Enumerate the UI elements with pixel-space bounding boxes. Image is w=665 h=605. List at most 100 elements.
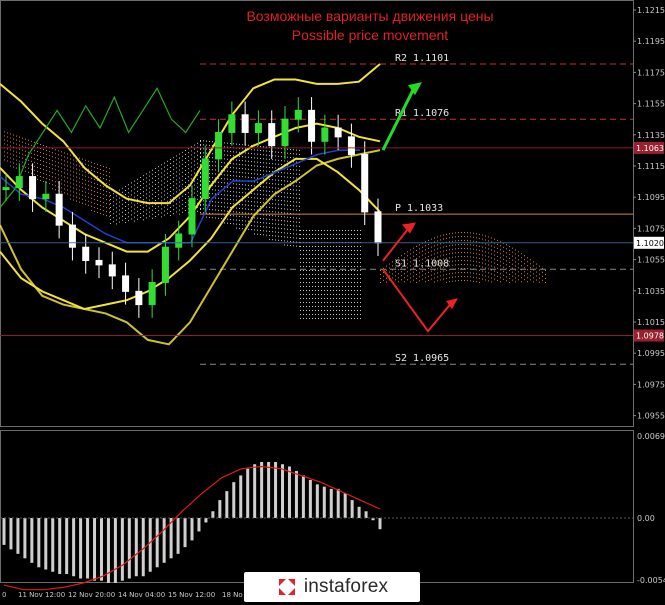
cloud-dot xyxy=(278,199,279,201)
cloud-dot xyxy=(197,142,198,144)
cloud-dot xyxy=(176,179,177,181)
cloud-dot xyxy=(312,310,313,311)
cloud-dot xyxy=(530,275,531,277)
cloud-dot xyxy=(266,190,267,192)
cloud-dot xyxy=(185,150,186,151)
cloud-dot xyxy=(336,290,337,291)
cloud-dot xyxy=(401,271,402,273)
cloud-dot xyxy=(416,277,417,279)
cloud-dot xyxy=(40,168,41,169)
cloud-dot xyxy=(333,238,334,239)
cloud-dot xyxy=(239,159,240,161)
cloud-dot xyxy=(173,181,174,183)
cloud-dot xyxy=(191,174,192,176)
cloud-dot xyxy=(158,194,159,196)
cloud-dot xyxy=(293,157,294,159)
cloud-dot xyxy=(254,185,255,187)
cloud-dot xyxy=(419,248,420,250)
cloud-dot xyxy=(197,154,198,156)
cloud-dot xyxy=(506,252,507,254)
cloud-dot xyxy=(312,270,313,271)
cloud-dot xyxy=(458,260,459,262)
cloud-dot xyxy=(224,150,225,152)
cloud-dot xyxy=(428,251,429,253)
cloud-dot xyxy=(113,197,114,199)
cloud-dot xyxy=(293,185,294,187)
cloud-dot xyxy=(200,157,201,158)
cloud-dot xyxy=(290,181,291,182)
cloud-dot xyxy=(360,238,361,239)
candle-body xyxy=(374,211,382,244)
cloud-dot xyxy=(230,167,231,168)
cloud-dot xyxy=(321,310,322,311)
cloud-dot xyxy=(110,207,111,208)
cloud-dot xyxy=(164,178,165,180)
osc-bar xyxy=(30,518,34,563)
cloud-dot xyxy=(43,153,44,155)
cloud-dot xyxy=(233,163,234,165)
cloud-dot xyxy=(339,314,340,315)
cloud-dot xyxy=(155,208,156,209)
cloud-dot xyxy=(348,246,349,247)
cloud-dot xyxy=(37,154,38,156)
cloud-dot xyxy=(443,270,444,272)
cloud-dot xyxy=(79,193,80,195)
cloud-dot xyxy=(309,238,310,239)
cloud-dot xyxy=(22,149,23,151)
cloud-dot xyxy=(55,185,56,187)
cloud-dot xyxy=(7,140,8,142)
cloud-dot xyxy=(76,192,77,194)
cloud-dot xyxy=(407,271,408,273)
cloud-dot xyxy=(476,249,477,251)
cloud-dot xyxy=(230,203,231,204)
cloud-dot xyxy=(318,306,319,307)
cloud-dot xyxy=(260,154,261,155)
cloud-dot xyxy=(31,160,32,162)
cloud-dot xyxy=(443,238,444,240)
cloud-dot xyxy=(4,139,5,141)
cloud-dot xyxy=(455,240,456,242)
cloud-dot xyxy=(407,251,408,253)
cloud-dot xyxy=(306,238,307,239)
cloud-dot xyxy=(215,169,216,171)
cloud-dot xyxy=(539,273,540,275)
cloud-dot xyxy=(404,253,405,255)
cloud-dot xyxy=(257,221,258,223)
osc-bar xyxy=(350,500,354,518)
cloud-dot xyxy=(476,233,477,235)
cloud-dot xyxy=(446,237,447,239)
cloud-dot xyxy=(470,248,471,250)
cloud-dot xyxy=(354,238,355,239)
cloud-dot xyxy=(248,184,249,186)
cloud-dot xyxy=(257,229,258,231)
cloud-dot xyxy=(312,318,313,319)
cloud-dot xyxy=(100,185,101,186)
cloud-dot xyxy=(464,272,465,274)
cloud-dot xyxy=(515,265,516,267)
cloud-dot xyxy=(303,298,304,299)
cloud-dot xyxy=(360,314,361,315)
cloud-dot xyxy=(518,263,519,265)
cloud-dot xyxy=(309,274,310,275)
cloud-dot xyxy=(299,221,300,223)
cloud-dot xyxy=(109,196,110,198)
cloud-dot xyxy=(281,224,282,226)
cloud-dot xyxy=(360,306,361,307)
cloud-dot xyxy=(467,236,468,238)
cloud-dot xyxy=(290,149,291,150)
cloud-dot xyxy=(336,230,337,231)
cloud-dot xyxy=(197,158,198,160)
cloud-dot xyxy=(300,266,301,267)
cloud-dot xyxy=(260,166,261,167)
cloud-dot xyxy=(536,271,537,273)
cloud-dot xyxy=(312,230,313,231)
cloud-dot xyxy=(215,209,216,211)
cloud-dot xyxy=(128,188,129,190)
cloud-dot xyxy=(230,143,231,144)
cloud-dot xyxy=(303,294,304,295)
cloud-dot xyxy=(512,267,513,269)
cloud-dot xyxy=(413,271,414,273)
cloud-dot xyxy=(345,234,346,235)
cloud-dot xyxy=(300,254,301,255)
cloud-dot xyxy=(200,188,201,189)
